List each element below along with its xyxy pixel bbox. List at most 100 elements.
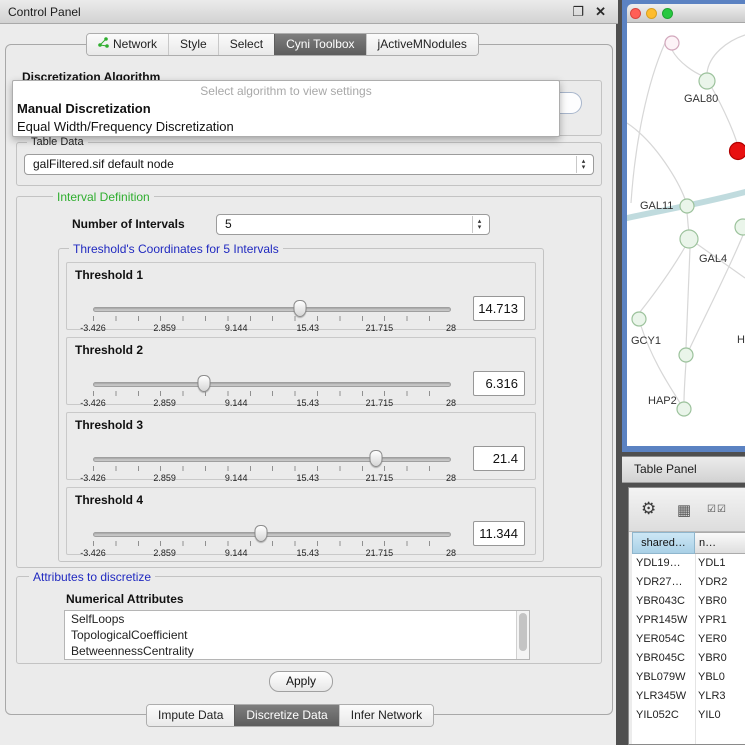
network-node-selected-red[interactable] [730,143,745,160]
slider-ticks [93,541,451,546]
tab-jactivemnodules[interactable]: jActiveMNodules [366,34,478,55]
cell-shared-name[interactable]: YLR345W [632,687,695,706]
slider-thumb[interactable] [369,450,382,467]
combo-spinner-icon[interactable]: ▴ ▾ [472,216,486,233]
numerical-attributes-list[interactable]: SelfLoops TopologicalCoefficient Between… [64,610,530,660]
threshold-4-value-field[interactable]: 11.344 [473,521,525,546]
table-row[interactable]: YPR145WYPR1 [632,611,745,630]
threshold-1-value-field[interactable]: 14.713 [473,296,525,321]
apply-button[interactable]: Apply [269,671,333,692]
popup-item-equal-width[interactable]: Equal Width/Frequency Discretization [17,119,234,134]
tab-select-label: Select [230,34,263,55]
list-item[interactable]: BetweennessCentrality [65,643,529,659]
table-panel-title: Table Panel [634,457,697,482]
table-row[interactable]: YLR345WYLR3 [632,687,745,706]
network-node-gal4[interactable] [680,230,698,248]
tab-impute-data[interactable]: Impute Data [147,705,234,726]
tab-network[interactable]: Network [87,34,168,55]
network-node-gal80[interactable] [699,73,715,89]
network-node[interactable] [735,219,745,235]
column-header-name[interactable]: n… [695,532,745,554]
tab-cyni-toolbox[interactable]: Cyni Toolbox [274,34,365,55]
network-node-gcy1[interactable] [632,312,646,326]
popup-item-manual-discretization[interactable]: Manual Discretization [17,101,151,116]
slider-thumb[interactable] [255,525,268,542]
network-canvas[interactable]: GAL80 GAL11 GAL4 GCY1 HAP2 H [627,23,745,446]
cell-name[interactable]: YBR0 [698,592,745,611]
scale-label: 9.144 [225,398,248,408]
columns-icon[interactable]: ▦ [677,501,691,519]
close-panel-icon[interactable]: ✕ [595,0,606,24]
select-columns-icon[interactable]: ☑☑ [707,504,727,515]
cell-name[interactable]: YPR1 [698,611,745,630]
threshold-2-panel: Threshold 2 -3.426 2.859 9.144 15.43 21.… [66,337,536,405]
table-row[interactable]: YDL19…YDL1 [632,554,745,573]
arrow-down-icon: ▾ [478,225,482,231]
table-row[interactable]: YBR045CYBR0 [632,649,745,668]
network-node-gal11[interactable] [680,199,694,213]
cell-shared-name[interactable]: YER054C [632,630,695,649]
list-scrollbar[interactable] [516,611,529,659]
cell-shared-name[interactable]: YDL19… [632,554,695,573]
cell-name[interactable]: YLR3 [698,687,745,706]
list-item[interactable]: TopologicalCoefficient [65,627,529,643]
threshold-4-slider[interactable]: -3.426 2.859 9.144 15.43 21.715 28 [93,532,451,556]
cell-shared-name[interactable]: YBR045C [632,649,695,668]
cell-shared-name[interactable]: YIL052C [632,706,695,725]
combo-spinner-icon[interactable]: ▴ ▾ [576,156,590,173]
cell-shared-name[interactable]: YBL079W [632,668,695,687]
cell-name[interactable]: YDL1 [698,554,745,573]
network-node-hap2[interactable] [677,402,691,416]
table-row[interactable]: YBL079WYBL0 [632,668,745,687]
cell-name[interactable]: YBL0 [698,668,745,687]
interval-definition-title: Interval Definition [53,190,154,204]
network-node[interactable] [679,348,693,362]
list-item[interactable]: SelfLoops [65,611,529,627]
threshold-3-slider[interactable]: -3.426 2.859 9.144 15.43 21.715 28 [93,457,451,481]
threshold-2-slider[interactable]: -3.426 2.859 9.144 15.43 21.715 28 [93,382,451,406]
slider-track[interactable] [93,457,451,462]
cell-shared-name[interactable]: YBR043C [632,592,695,611]
minimize-traffic-light[interactable] [646,8,657,19]
scale-label: -3.426 [80,323,106,333]
network-window-titlebar[interactable] [627,4,745,23]
float-window-icon[interactable]: ❐ [572,0,584,24]
number-of-intervals-combo[interactable]: 5 ▴ ▾ [216,214,490,235]
cell-name[interactable]: YER0 [698,630,745,649]
slider-thumb[interactable] [293,300,306,317]
table-row[interactable]: YBR043CYBR0 [632,592,745,611]
slider-track[interactable] [93,382,451,387]
scale-label: 2.859 [153,473,176,483]
network-node[interactable] [665,36,679,50]
threshold-4-label: Threshold 4 [75,493,143,507]
column-header-shared-name[interactable]: shared… [632,532,695,554]
tab-discretize-data[interactable]: Discretize Data [234,705,338,726]
tab-infer-network[interactable]: Infer Network [339,705,433,726]
slider-track[interactable] [93,307,451,312]
list-scrollbar-thumb[interactable] [519,613,527,651]
zoom-traffic-light[interactable] [662,8,673,19]
settings-gear-icon[interactable]: ⚙ [641,499,656,519]
table-row[interactable]: YDR27…YDR2 [632,573,745,592]
close-traffic-light[interactable] [630,8,641,19]
scale-label: 15.43 [297,398,320,408]
threshold-2-value-field[interactable]: 6.316 [473,371,525,396]
cell-name[interactable]: YDR2 [698,573,745,592]
slider-thumb[interactable] [197,375,210,392]
cell-shared-name[interactable]: YDR27… [632,573,695,592]
threshold-3-value-field[interactable]: 21.4 [473,446,525,471]
cell-shared-name[interactable]: YPR145W [632,611,695,630]
network-view-window: GAL80 GAL11 GAL4 GCY1 HAP2 H [622,0,745,452]
cell-name[interactable]: YIL0 [698,706,745,725]
threshold-1-slider[interactable]: -3.426 2.859 9.144 15.43 21.715 28 [93,307,451,331]
slider-track[interactable] [93,532,451,537]
attributes-group-title: Attributes to discretize [29,570,155,584]
cell-name[interactable]: YBR0 [698,649,745,668]
table-row[interactable]: YIL052CYIL0 [632,706,745,725]
tab-select[interactable]: Select [218,34,274,55]
table-row[interactable]: YER054CYER0 [632,630,745,649]
scale-label: -3.426 [80,548,106,558]
control-panel-tabs: Network Style Select Cyni Toolbox jActiv… [86,33,479,56]
table-data-combo[interactable]: galFiltered.sif default node ▴ ▾ [24,154,594,175]
tab-style[interactable]: Style [168,34,218,55]
